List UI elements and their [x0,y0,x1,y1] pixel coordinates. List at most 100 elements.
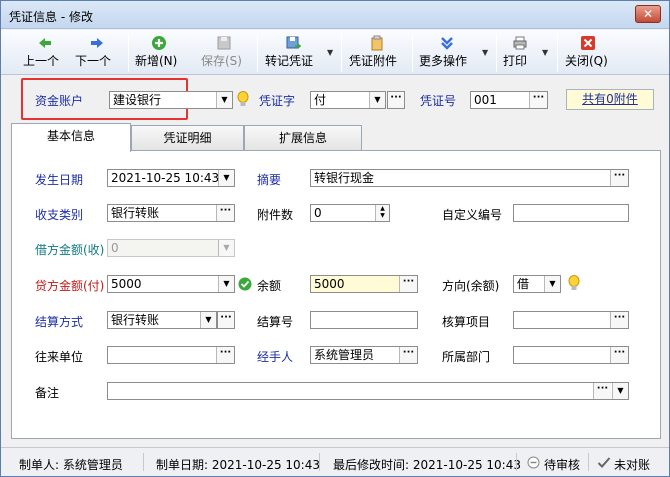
settle-no-field[interactable] [310,311,418,329]
status-reconcile: 未对账 [614,458,651,472]
status-separator [143,453,144,471]
chevron-down-icon[interactable]: ▼ [544,276,560,292]
print-dropdown-icon[interactable]: ▼ [542,48,548,57]
attach-count-label: 附件数 [257,208,294,222]
settle-value: 银行转账 [111,313,160,327]
plus-circle-icon [152,36,166,50]
account-label: 资金账户 [35,94,84,108]
date-picker[interactable]: 2021-10-25 10:43 ▼ [107,169,235,187]
custom-no-label: 自定义编号 [442,208,503,222]
settle-select[interactable]: 银行转账 ▼ [107,311,217,329]
category-value: 银行转账 [111,206,160,220]
tab-voucher-detail[interactable]: 凭证明细 [131,125,244,151]
close-button[interactable]: 关闭(Q) [565,33,611,73]
note-label: 备注 [35,386,60,400]
spinner-icon[interactable]: ▲ ▼ [375,205,389,221]
status-separator [516,453,517,471]
tab-basic-info[interactable]: 基本信息 [11,123,131,152]
transfer-label: 转记凭证 [265,54,314,68]
partner-label: 往来单位 [35,350,84,364]
toolbar-separator [496,34,497,72]
print-button[interactable]: 打印 [503,33,537,73]
transfer-button[interactable]: 转记凭证 [265,33,321,73]
attach-button[interactable]: 凭证附件 [349,33,405,73]
window-close-button[interactable]: ✕ [635,5,661,23]
direction-label: 方向(余额) [442,279,500,293]
account-select[interactable]: 建设银行 ▼ [109,91,233,109]
more-dropdown-icon[interactable]: ▼ [482,48,488,57]
spin-up-icon[interactable]: ▲ [380,205,385,212]
prev-button[interactable]: 上一个 [23,33,67,73]
ellipsis-icon[interactable]: ··· [216,347,234,363]
category-field[interactable]: 银行转账 ··· [107,204,235,222]
custom-no-field[interactable] [513,204,629,222]
floppy-arrow-icon [286,36,301,49]
voucher-type-select[interactable]: 付 ▼ [310,91,386,109]
new-button[interactable]: 新增(N) [135,33,183,73]
tab-extended-info[interactable]: 扩展信息 [244,125,362,151]
ellipsis-icon[interactable]: ··· [399,276,417,292]
ellipsis-icon[interactable]: ··· [610,170,628,186]
voucher-type-ellipsis-button[interactable]: ··· [387,91,405,109]
attachments-link[interactable]: 共有0附件 [566,89,654,110]
chevron-down-icon[interactable]: ▼ [200,312,216,328]
clipboard-icon [371,35,383,51]
account-value: 建设银行 [113,93,162,107]
attach-label: 凭证附件 [349,54,398,68]
save-label: 保存(S) [201,54,242,68]
save-button[interactable]: 保存(S) [201,33,247,73]
new-label: 新增(N) [135,54,178,68]
balance-value: 5000 [314,277,345,291]
next-label: 下一个 [75,54,112,68]
debit-label: 借方金额(收) [35,243,105,257]
ellipsis-icon[interactable]: ··· [529,92,547,108]
project-field[interactable]: ··· [513,311,629,329]
voucher-no-field[interactable]: 001 ··· [470,91,548,109]
prev-label: 上一个 [23,54,60,68]
credit-select[interactable]: 5000 ▼ [107,275,235,293]
toolbar-separator [128,34,129,72]
chevron-down-icon[interactable]: ▼ [218,170,234,186]
settle-ellipsis-button[interactable]: ··· [217,311,235,329]
voucher-type-value: 付 [314,93,327,107]
summary-field[interactable]: 转银行现金 ··· [310,169,629,187]
dept-field[interactable]: ··· [513,346,629,364]
chevron-down-icon[interactable]: ▼ [216,92,232,108]
ellipsis-icon[interactable]: ··· [399,347,417,363]
close-label: 关闭(Q) [565,54,608,68]
spin-down-icon[interactable]: ▼ [380,212,385,219]
handler-value: 系统管理员 [314,348,375,362]
handler-field[interactable]: 系统管理员 ··· [310,346,418,364]
attach-count-stepper[interactable]: 0 ▲ ▼ [310,204,390,222]
category-label: 收支类别 [35,208,84,222]
date-value: 2021-10-25 10:43 [111,171,220,185]
summary-label: 摘要 [257,173,282,187]
transfer-dropdown-icon[interactable]: ▼ [327,48,333,57]
direction-select[interactable]: 借 ▼ [513,275,561,293]
more-label: 更多操作 [419,54,468,68]
voucher-type-label: 凭证字 [259,94,296,108]
partner-field[interactable]: ··· [107,346,235,364]
chevron-down-icon: ▼ [218,240,234,256]
ellipsis-icon[interactable]: ··· [593,383,611,399]
chevron-down-icon[interactable]: ▼ [612,383,628,399]
ellipsis-icon[interactable]: ··· [610,347,628,363]
direction-value: 借 [517,277,530,291]
window-title: 凭证信息 - 修改 [9,10,93,24]
toolbar-separator [257,34,258,72]
chevron-down-icon[interactable]: ▼ [218,276,234,292]
floppy-icon [217,36,231,50]
balance-field[interactable]: 5000 ··· [310,275,418,293]
more-button[interactable]: 更多操作 [419,33,475,73]
next-button[interactable]: 下一个 [75,33,119,73]
arrow-left-icon [39,38,51,48]
chevron-down-icon[interactable]: ▼ [369,92,385,108]
arrow-right-icon [91,38,103,48]
status-bar: 制单人: 系统管理员 制单日期: 2021-10-25 10:43 最后修改时间… [1,447,669,476]
voucher-window: 凭证信息 - 修改 ✕ 上一个 下一个 新增(N) 保存(S) 转记凭证 ▼ 凭… [0,0,670,477]
toolbar: 上一个 下一个 新增(N) 保存(S) 转记凭证 ▼ 凭证附件 更多操作 ▼ 打… [1,30,669,75]
ellipsis-icon[interactable]: ··· [216,205,234,221]
ellipsis-icon[interactable]: ··· [610,312,628,328]
note-field[interactable]: ▼ ··· [107,382,629,400]
lightbulb-icon [568,275,580,290]
